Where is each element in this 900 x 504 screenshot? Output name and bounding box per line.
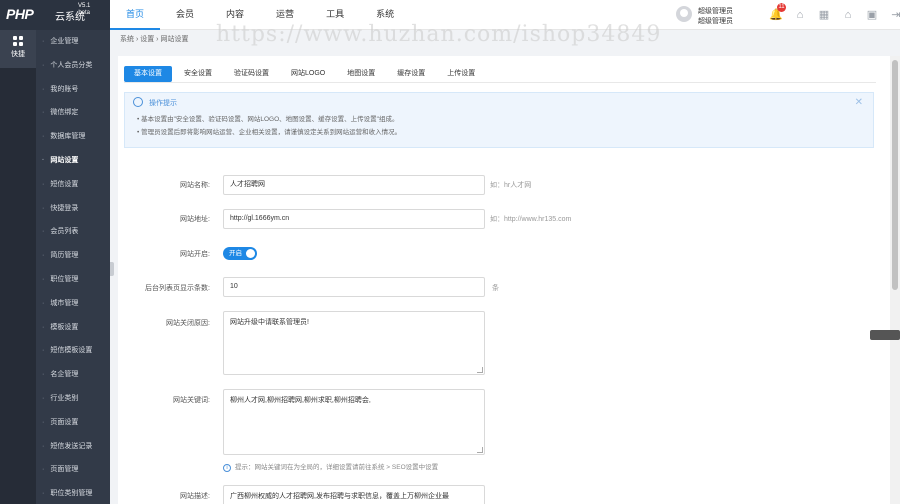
site-url-hint: 如：http://www.hr135.com	[490, 216, 572, 223]
info-icon: i	[223, 464, 231, 472]
watermark: https://www.huzhan.com/ishop34849	[216, 22, 662, 47]
keywords-note: i 提示：网站关键词在为全局的，详细设置请前往系统 > SEO设置中设置	[223, 461, 438, 472]
user-name: 超级管理员	[698, 8, 733, 15]
sidebar-item[interactable]: · 城市管理	[36, 292, 110, 316]
tab-captcha[interactable]: 验证码设置	[224, 66, 279, 82]
app-root: PHP 云系统 V5.1 beta 首页 会员 内容 运营 工具 系统 超级管理员…	[0, 0, 900, 504]
sidebar-item[interactable]: · 短信发送记录	[36, 435, 110, 459]
sidebar-item[interactable]: · 页面管理	[36, 458, 110, 482]
sidebar-item[interactable]: · 职位管理	[36, 268, 110, 292]
top-menu-member[interactable]: 会员	[160, 0, 210, 30]
tip-line: • 基本设置由"安全设置、验证码设置、网站LOGO、地图设置、缓存设置、上传设置…	[137, 116, 399, 123]
quick-access-button[interactable]: 快捷	[0, 30, 36, 68]
sidebar-item[interactable]: · 微信绑定	[36, 101, 110, 125]
keywords-label: 网站关键词:	[173, 397, 210, 404]
quick-access-label: 快捷	[11, 51, 25, 58]
keywords-textarea[interactable]: 柳州人才网,柳州招聘网,柳州求职,柳州招聘会,	[223, 389, 485, 455]
sidebar-item[interactable]: · 名企管理	[36, 363, 110, 387]
site-name-hint: 如：hr人才网	[490, 182, 532, 189]
logo-brand: PHP	[6, 6, 34, 22]
top-menu-home[interactable]: 首页	[110, 0, 161, 30]
notification-badge: 11	[777, 3, 786, 12]
sidebar: · 企业管理 · 个人会员分类 · 我的账号 · 微信绑定 · 数据库管理 · 网站设置 ·…	[36, 30, 110, 504]
clean-icon[interactable]: ⌂	[836, 6, 860, 24]
floating-widget[interactable]	[870, 330, 900, 340]
tab-basic[interactable]: 基本设置	[124, 66, 172, 82]
description-label: 网站描述:	[180, 493, 210, 500]
tip-line: • 管理员设置后即将影响网站运营、企业相关设置，请谨慎设定关系到网站运营和收入情…	[137, 129, 402, 136]
tip-title: 操作提示	[149, 100, 177, 107]
sidebar-item[interactable]: · 行业类别	[36, 387, 110, 411]
tab-divider	[124, 82, 876, 83]
page-size-unit: 条	[492, 285, 499, 292]
logo-version: V5.1 beta	[78, 3, 91, 16]
logout-icon[interactable]: ⇥	[884, 6, 900, 24]
sidebar-item[interactable]: · 数据库管理	[36, 125, 110, 149]
tab-security[interactable]: 安全设置	[174, 66, 222, 82]
sidebar-item[interactable]: · 个人会员分类	[36, 54, 110, 78]
settings-panel: 基本设置 安全设置 验证码设置 网站LOGO 地图设置 缓存设置 上传设置 操作…	[118, 56, 890, 504]
user-role: 超级管理员	[698, 18, 733, 25]
tip-box: 操作提示 • 基本设置由"安全设置、验证码设置、网站LOGO、地图设置、缓存设置…	[124, 92, 874, 148]
page-size-label: 后台列表页显示条数:	[145, 285, 210, 292]
site-name-label: 网站名称:	[180, 182, 210, 189]
user-menu[interactable]: 超级管理员 超级管理员	[676, 5, 756, 27]
settings-tabs: 基本设置 安全设置 验证码设置 网站LOGO 地图设置 缓存设置 上传设置	[124, 66, 487, 82]
tab-logo[interactable]: 网站LOGO	[281, 66, 335, 82]
sidebar-item-site-settings[interactable]: · 网站设置	[36, 149, 110, 173]
site-open-label: 网站开启:	[180, 251, 210, 258]
close-reason-label: 网站关闭原因:	[166, 320, 210, 327]
lock-icon[interactable]: ▣	[860, 6, 884, 24]
sidebar-item[interactable]: · 短信模板设置	[36, 339, 110, 363]
grid-icon[interactable]: ▦	[812, 6, 836, 24]
site-url-input[interactable]: http://gl.1666ym.cn	[223, 209, 485, 229]
sidebar-item[interactable]: · 我的账号	[36, 78, 110, 102]
site-url-label: 网站地址:	[180, 216, 210, 223]
avatar	[676, 6, 692, 22]
sidebar-item[interactable]: · 页面设置	[36, 411, 110, 435]
close-icon[interactable]: ✕	[855, 97, 863, 108]
sidebar-collapse-handle[interactable]	[110, 262, 114, 276]
tab-upload[interactable]: 上传设置	[437, 66, 485, 82]
sidebar-item[interactable]: · 职位类别管理	[36, 482, 110, 504]
home-icon[interactable]: ⌂	[788, 6, 812, 24]
sidebar-item[interactable]: · 简历管理	[36, 244, 110, 268]
sidebar-item[interactable]: · 企业管理	[36, 30, 110, 54]
tab-cache[interactable]: 缓存设置	[387, 66, 435, 82]
page-size-input[interactable]: 10	[223, 277, 485, 297]
sidebar-item[interactable]: · 模板设置	[36, 316, 110, 340]
bell-icon[interactable]: 🔔 11	[764, 3, 788, 24]
apps-icon	[0, 30, 36, 46]
scrollbar[interactable]	[890, 56, 900, 504]
top-icons: 🔔 11 ⌂ ▦ ⌂ ▣ ⇥	[764, 3, 900, 24]
breadcrumb: 系统 › 设置 › 网站设置	[120, 36, 189, 43]
tab-map[interactable]: 地图设置	[337, 66, 385, 82]
sidebar-item[interactable]: · 会员列表	[36, 220, 110, 244]
site-open-toggle[interactable]: 开启	[223, 247, 257, 260]
description-textarea[interactable]: 广西柳州权威的人才招聘网,发布招聘与求职信息，覆盖上万柳州企业最	[223, 485, 485, 504]
sidebar-item[interactable]: · 快捷登录	[36, 197, 110, 221]
scrollbar-thumb[interactable]	[892, 60, 898, 290]
sidebar-item[interactable]: · 短信设置	[36, 173, 110, 197]
close-reason-textarea[interactable]: 网站升级中请联系管理员!	[223, 311, 485, 375]
logo: PHP 云系统 V5.1 beta	[0, 0, 110, 30]
lightbulb-icon	[133, 97, 143, 107]
quick-rail: 快捷	[0, 30, 36, 504]
site-name-input[interactable]: 人才招聘网	[223, 175, 485, 195]
